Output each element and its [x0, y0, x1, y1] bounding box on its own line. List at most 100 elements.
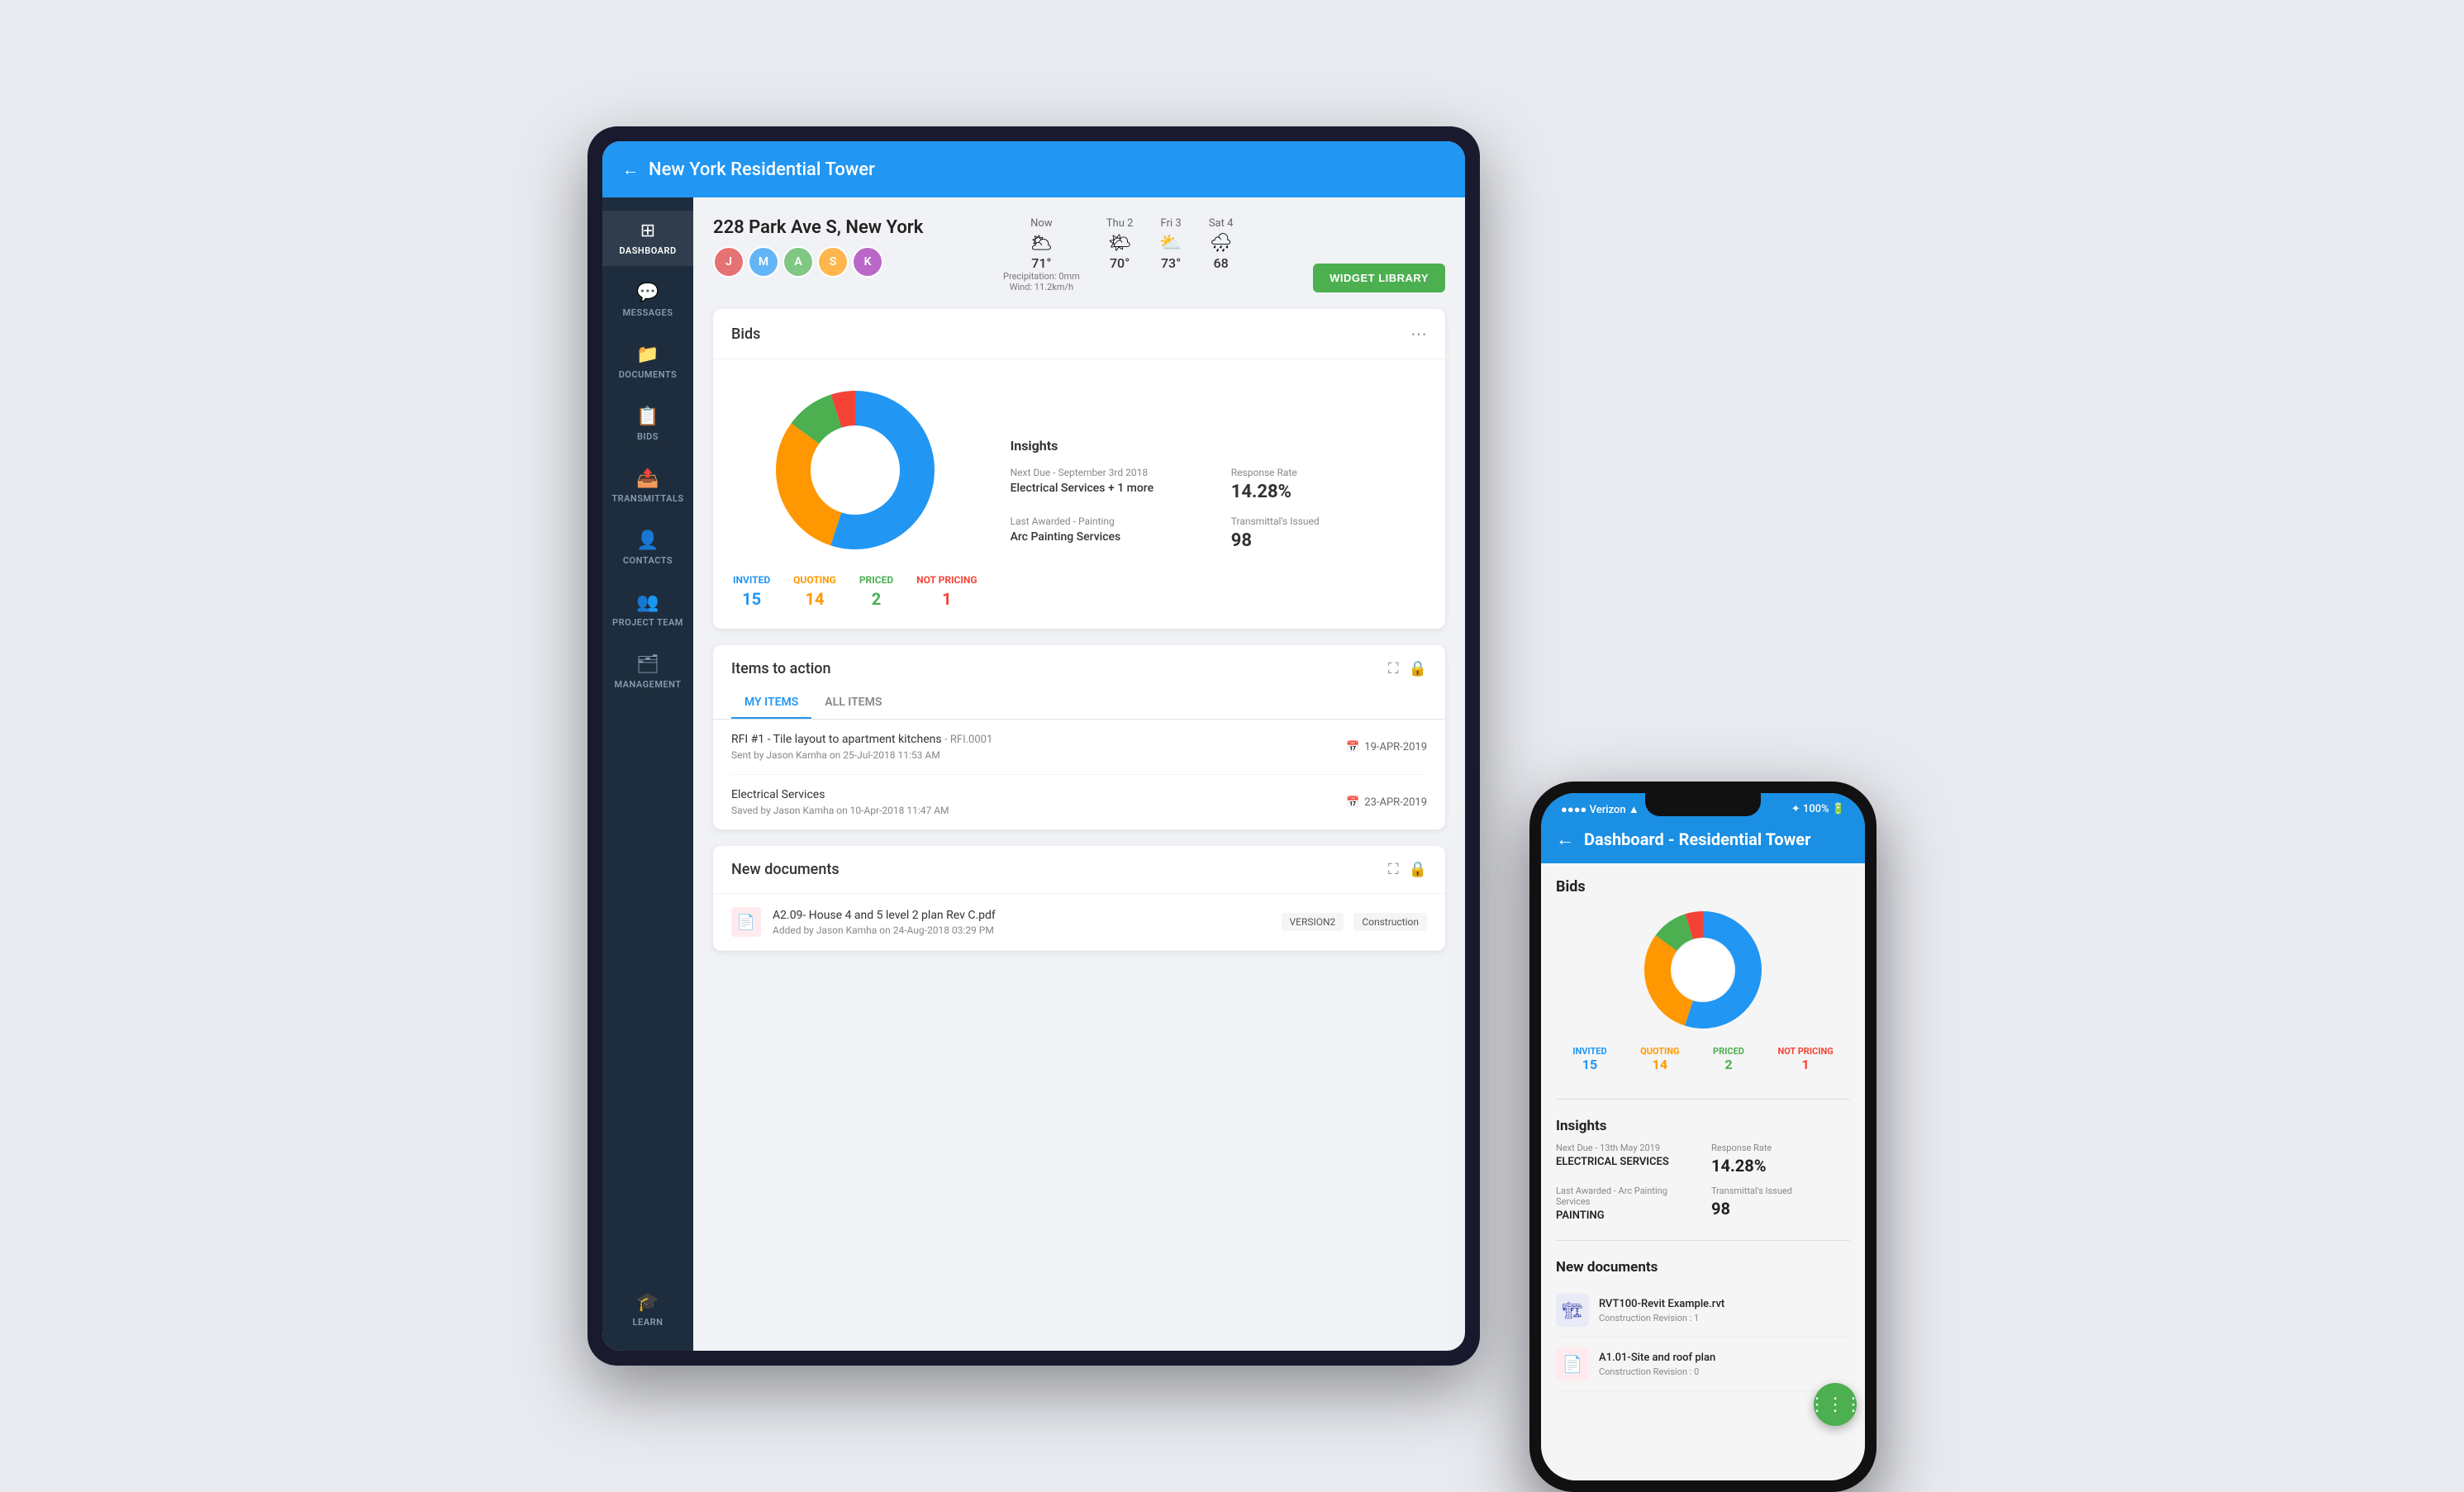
doc-sub-1: Added by Jason Kamha on 24-Aug-2018 03:2…	[773, 924, 996, 936]
new-documents-card: New documents ⛶ 🔒 📄 A2.09- House 4 and 5…	[713, 846, 1445, 951]
bids-body: INVITED 15 QUOTING 14 PRICED 2	[713, 359, 1445, 629]
sidebar-item-bids[interactable]: 📋 BIDS	[602, 397, 693, 452]
response-rate: Response Rate 14.28%	[1231, 467, 1425, 502]
management-icon: 🗂	[636, 654, 659, 675]
bids-icon: 📋	[636, 406, 659, 427]
doc-lock-icon[interactable]: 🔒	[1409, 861, 1427, 878]
phone-divider-2	[1556, 1240, 1850, 1241]
doc-title-1: A2.09- House 4 and 5 level 2 plan Rev C.…	[773, 909, 996, 922]
documents-title: New documents	[731, 861, 840, 878]
action-title: Items to action	[731, 660, 831, 677]
weather-sat: Sat 4 🌧 68	[1209, 217, 1234, 271]
phone-bids-legend: INVITED 15 QUOTING 14 PRICED 2 NOT PRICI…	[1556, 1046, 1850, 1072]
sidebar-label-management: MANAGEMENT	[614, 679, 681, 690]
sidebar-item-contacts[interactable]: 👤 CONTACTS	[602, 520, 693, 576]
bids-menu-icon[interactable]: ⋯	[1410, 324, 1427, 344]
doc-version-badge: VERSION2	[1282, 913, 1344, 931]
weather-thu: Thu 2 🌤 70°	[1106, 217, 1134, 271]
sidebar-item-documents[interactable]: 📁 DOCUMENTS	[602, 335, 693, 390]
rfi-sub: Sent by Jason Kamha on 25-Jul-2018 11:53…	[731, 749, 992, 761]
sidebar-item-learn[interactable]: 🎓 LEARN	[602, 1282, 693, 1338]
legend-quoting: QUOTING 14	[793, 574, 836, 609]
phone-notch	[1645, 793, 1761, 816]
phone-fab-button[interactable]: ⋮⋮⋮	[1814, 1383, 1857, 1426]
legend-invited: INVITED 15	[733, 574, 770, 609]
donut-svg	[764, 379, 946, 561]
legend-not-pricing: NOT PRICING 1	[916, 574, 977, 609]
sidebar-label-dashboard: DASHBOARD	[619, 245, 676, 256]
sidebar-item-transmittals[interactable]: 📤 TRANSMITTALS	[602, 459, 693, 514]
bids-card-header: Bids ⋯	[713, 309, 1445, 359]
legend-priced: PRICED 2	[859, 574, 893, 609]
tablet-back-button[interactable]: ←	[622, 159, 639, 180]
phone-doc-icon-1: 🏗	[1556, 1294, 1589, 1327]
electrical-date: 📅 23-APR-2019	[1346, 796, 1427, 809]
action-item-rfi: RFI #1 - Tile layout to apartment kitche…	[731, 720, 1427, 775]
sidebar-item-dashboard[interactable]: ⊞ DASHBOARD	[602, 211, 693, 266]
action-tabs: MY ITEMS ALL ITEMS	[713, 687, 1445, 720]
phone-last-awarded: Last Awarded - Arc Painting Services PAI…	[1556, 1186, 1695, 1222]
phone-doc-item-1: 🏗 RVT100-Revit Example.rvt Construction …	[1556, 1284, 1850, 1338]
tablet-header: ← New York Residential Tower	[602, 141, 1465, 197]
rfi-calendar-icon: 📅	[1346, 741, 1359, 753]
sidebar-label-contacts: CONTACTS	[623, 555, 673, 566]
sidebar-label-learn: LEARN	[633, 1317, 664, 1328]
bids-left: INVITED 15 QUOTING 14 PRICED 2	[733, 379, 978, 609]
contacts-icon: 👤	[636, 530, 659, 551]
phone-doc-item-2: 📄 A1.01-Site and roof plan Construction …	[1556, 1338, 1850, 1391]
weather-fri: Fri 3 ⛅ 73°	[1159, 217, 1182, 271]
tablet-body: ⊞ DASHBOARD 💬 MESSAGES 📁 DOCUMENTS 📋 BID…	[602, 197, 1465, 1351]
fullscreen-icon[interactable]: ⛶	[1388, 660, 1399, 677]
phone-header: ← Dashboard - Residential Tower	[1541, 822, 1865, 863]
doc-badges-1: VERSION2 Construction	[1282, 913, 1428, 931]
phone-back-button[interactable]: ←	[1556, 829, 1574, 850]
avatar-4: S	[817, 246, 849, 278]
transmittals-issued: Transmittal's Issued 98	[1231, 516, 1425, 551]
insights-section: Insights Next Due - September 3rd 2018 E…	[1011, 438, 1425, 551]
sidebar-label-transmittals: TRANSMITTALS	[611, 493, 683, 504]
next-due: Next Due - September 3rd 2018 Electrical…	[1011, 467, 1205, 502]
tab-my-items[interactable]: MY ITEMS	[731, 687, 811, 719]
action-header: Items to action ⛶ 🔒	[713, 645, 1445, 677]
sidebar-item-management[interactable]: 🗂 MANAGEMENT	[602, 644, 693, 700]
weather-fri-icon: ⛅	[1159, 233, 1182, 254]
project-team-icon: 👥	[636, 592, 659, 613]
project-address: 228 Park Ave S, New York	[713, 217, 923, 238]
action-items-list: RFI #1 - Tile layout to apartment kitche…	[713, 720, 1445, 829]
sidebar-label-messages: MESSAGES	[623, 307, 673, 318]
doc-fullscreen-icon[interactable]: ⛶	[1388, 861, 1399, 878]
avatar-3: A	[782, 246, 814, 278]
electrical-calendar-icon: 📅	[1346, 796, 1359, 809]
avatar-2: M	[748, 246, 779, 278]
address-section: 228 Park Ave S, New York J M A S K	[713, 217, 923, 278]
bids-title: Bids	[731, 325, 760, 343]
bids-card: Bids ⋯	[713, 309, 1445, 629]
documents-card-header: New documents ⛶ 🔒	[713, 846, 1445, 894]
tablet-screen: ← New York Residential Tower ⊞ DASHBOARD…	[602, 141, 1465, 1351]
widget-library-button[interactable]: WIDGET LIBRARY	[1313, 264, 1445, 292]
phone-body: Bids INVITED 15 Q	[1541, 863, 1865, 1480]
sidebar-item-messages[interactable]: 💬 MESSAGES	[602, 273, 693, 328]
doc-category-badge: Construction	[1353, 913, 1427, 931]
phone-device: ●●●● Verizon ▲ 1:57 ✦ 100% 🔋 ← Dashboard…	[1529, 782, 1877, 1492]
rfi-date: 📅 19-APR-2019	[1346, 741, 1427, 753]
rfi-ref: - RFI.0001	[944, 734, 992, 746]
tablet-header-title: New York Residential Tower	[649, 159, 875, 180]
phone-bids-donut	[1556, 904, 1850, 1036]
phone-header-title: Dashboard - Residential Tower	[1584, 829, 1810, 849]
phone-doc-title-2: A1.01-Site and roof plan	[1599, 1352, 1715, 1364]
phone-insights-grid: Next Due - 13th May 2019 ELECTRICAL SERV…	[1556, 1143, 1850, 1222]
phone-bids-title: Bids	[1556, 878, 1850, 896]
doc-item-1: 📄 A2.09- House 4 and 5 level 2 plan Rev …	[713, 894, 1445, 951]
phone-insights-title: Insights	[1556, 1118, 1850, 1134]
lock-icon[interactable]: 🔒	[1409, 660, 1427, 677]
sidebar-item-project-team[interactable]: 👥 PROJECT TEAM	[602, 582, 693, 638]
phone-insights-section: Insights Next Due - 13th May 2019 ELECTR…	[1556, 1118, 1850, 1222]
main-content: 228 Park Ave S, New York J M A S K Now 🌥	[693, 197, 1465, 1351]
messages-icon: 💬	[636, 283, 659, 303]
bids-legend: INVITED 15 QUOTING 14 PRICED 2	[733, 574, 978, 609]
team-avatars: J M A S K	[713, 246, 923, 278]
tab-all-items[interactable]: ALL ITEMS	[811, 687, 895, 719]
action-item-electrical: Electrical Services Saved by Jason Kamha…	[731, 775, 1427, 829]
phone-legend-not-pricing: NOT PRICING 1	[1777, 1046, 1833, 1072]
